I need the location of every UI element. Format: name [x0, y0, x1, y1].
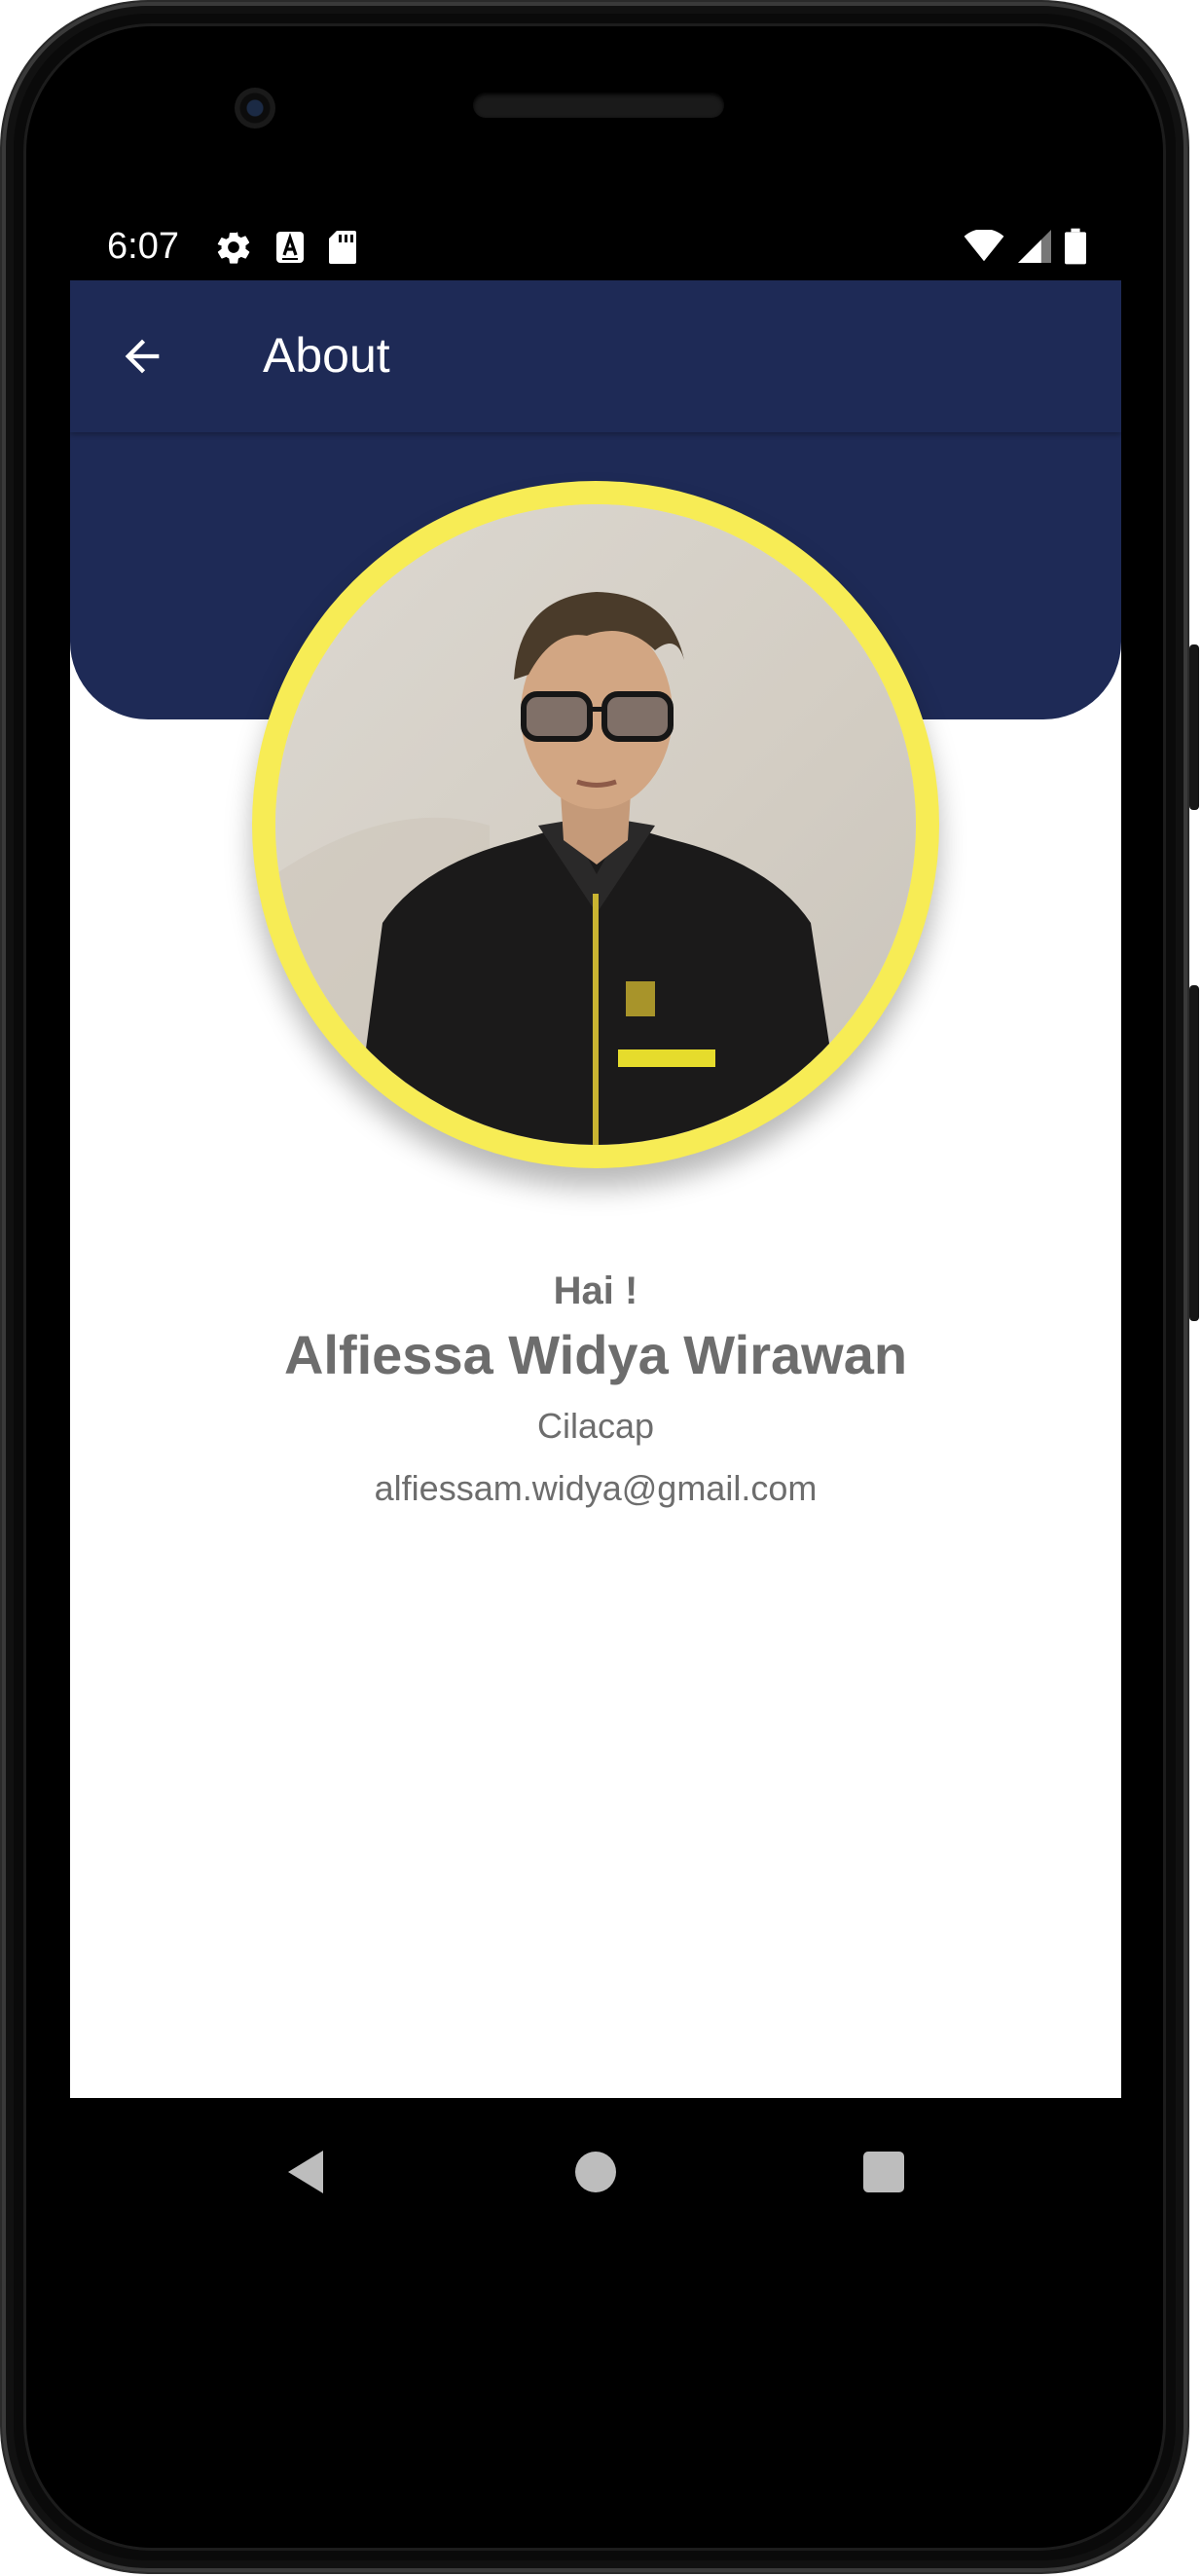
nav-home-icon[interactable]: [575, 2152, 616, 2192]
profile-photo: [275, 504, 916, 1145]
page-title: About: [263, 328, 390, 383]
phone-frame: 6:07 About Hai ! Alfiessa Widya Wirawan …: [2, 2, 1199, 2572]
a-badge-icon: [274, 230, 306, 270]
battery-icon: [1065, 228, 1086, 270]
earpiece-speaker: [473, 92, 724, 118]
profile-info: Hai ! Alfiessa Widya Wirawan Cilacap alf…: [70, 1270, 1121, 1509]
greeting-text: Hai !: [553, 1270, 638, 1312]
status-time: 6:07: [107, 226, 179, 267]
system-navigation-bar: [70, 2098, 1121, 2244]
screen: 6:07 About Hai ! Alfiessa Widya Wirawan …: [70, 214, 1121, 2244]
sd-card-icon: [327, 229, 358, 271]
profile-email: alfiessam.widya@gmail.com: [374, 1468, 818, 1508]
nav-recents-icon[interactable]: [863, 2152, 904, 2192]
profile-name: Alfiessa Widya Wirawan: [283, 1324, 908, 1385]
app-bar: About: [70, 280, 1121, 432]
wifi-icon: [964, 229, 1004, 268]
arrow-left-icon: [125, 339, 160, 374]
status-bar: 6:07: [70, 214, 1121, 280]
avatar: [252, 481, 939, 1168]
nav-back-icon[interactable]: [280, 2147, 335, 2197]
front-camera: [235, 88, 275, 129]
volume-button: [1189, 985, 1199, 1321]
back-button[interactable]: [117, 331, 167, 382]
gear-icon: [214, 228, 253, 272]
profile-city: Cilacap: [536, 1406, 655, 1446]
signal-icon: [1018, 230, 1051, 268]
power-button: [1189, 644, 1199, 810]
about-screen: About Hai ! Alfiessa Widya Wirawan Cilac…: [70, 280, 1121, 2244]
